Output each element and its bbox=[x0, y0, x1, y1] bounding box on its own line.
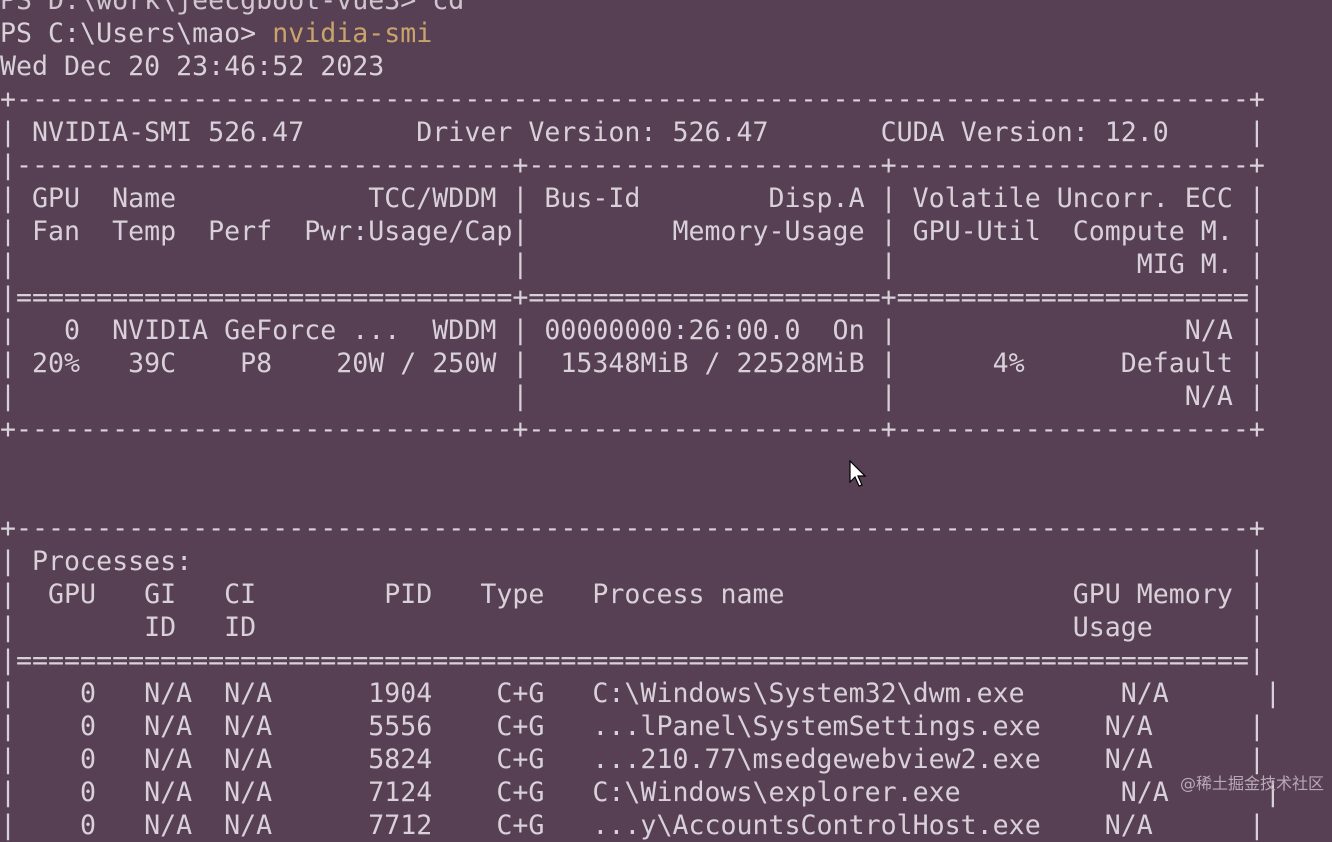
output-line: |===============================+=======… bbox=[0, 282, 1265, 313]
output-line: | 0 NVIDIA GeForce ... WDDM | 00000000:2… bbox=[0, 315, 1265, 346]
output-line: | GPU GI CI PID Type Process name GPU Me… bbox=[0, 579, 1265, 610]
process-row: | 0 N/A N/A 7124 C+G C:\Windows\explorer… bbox=[0, 777, 1281, 808]
prompt: PS C:\Users\mao> bbox=[0, 18, 273, 49]
output-line: | | | MIG M. | bbox=[0, 249, 1265, 280]
output-line: +-------------------------------+-------… bbox=[0, 414, 1265, 445]
prompt-line[interactable]: PS C:\Users\mao> nvidia-smi bbox=[0, 17, 1281, 50]
output-line: |=======================================… bbox=[0, 645, 1265, 676]
previous-command-line: PS D:\work\jeecgboot-vue3> cd bbox=[0, 0, 465, 16]
output-line: | 20% 39C P8 20W / 250W | 15348MiB / 225… bbox=[0, 348, 1265, 379]
output-line: |-------------------------------+-------… bbox=[0, 150, 1265, 181]
output-line: | ID ID Usage | bbox=[0, 612, 1265, 643]
process-row: | 0 N/A N/A 7712 C+G ...y\AccountsContro… bbox=[0, 810, 1265, 841]
mouse-cursor-icon bbox=[849, 460, 867, 487]
terminal-output: PS D:\work\jeecgboot-vue3> cd PS C:\User… bbox=[0, 0, 1281, 842]
timestamp-line: Wed Dec 20 23:46:52 2023 bbox=[0, 51, 385, 82]
output-line: | Processes: | bbox=[0, 546, 1265, 577]
output-line: | Fan Temp Perf Pwr:Usage/Cap| Memory-Us… bbox=[0, 216, 1265, 247]
process-row: | 0 N/A N/A 1904 C+G C:\Windows\System32… bbox=[0, 678, 1281, 709]
output-line: +---------------------------------------… bbox=[0, 84, 1265, 115]
process-row: | 0 N/A N/A 5824 C+G ...210.77\msedgeweb… bbox=[0, 744, 1265, 775]
output-line: | GPU Name TCC/WDDM | Bus-Id Disp.A | Vo… bbox=[0, 183, 1265, 214]
output-line: +---------------------------------------… bbox=[0, 513, 1265, 544]
output-line: | | | N/A | bbox=[0, 381, 1265, 412]
command-text: nvidia-smi bbox=[272, 18, 433, 49]
watermark: @稀土掘金技术社区 bbox=[1179, 774, 1324, 793]
process-row: | 0 N/A N/A 5556 C+G ...lPanel\SystemSet… bbox=[0, 711, 1265, 742]
output-line: | NVIDIA-SMI 526.47 Driver Version: 526.… bbox=[0, 117, 1265, 148]
